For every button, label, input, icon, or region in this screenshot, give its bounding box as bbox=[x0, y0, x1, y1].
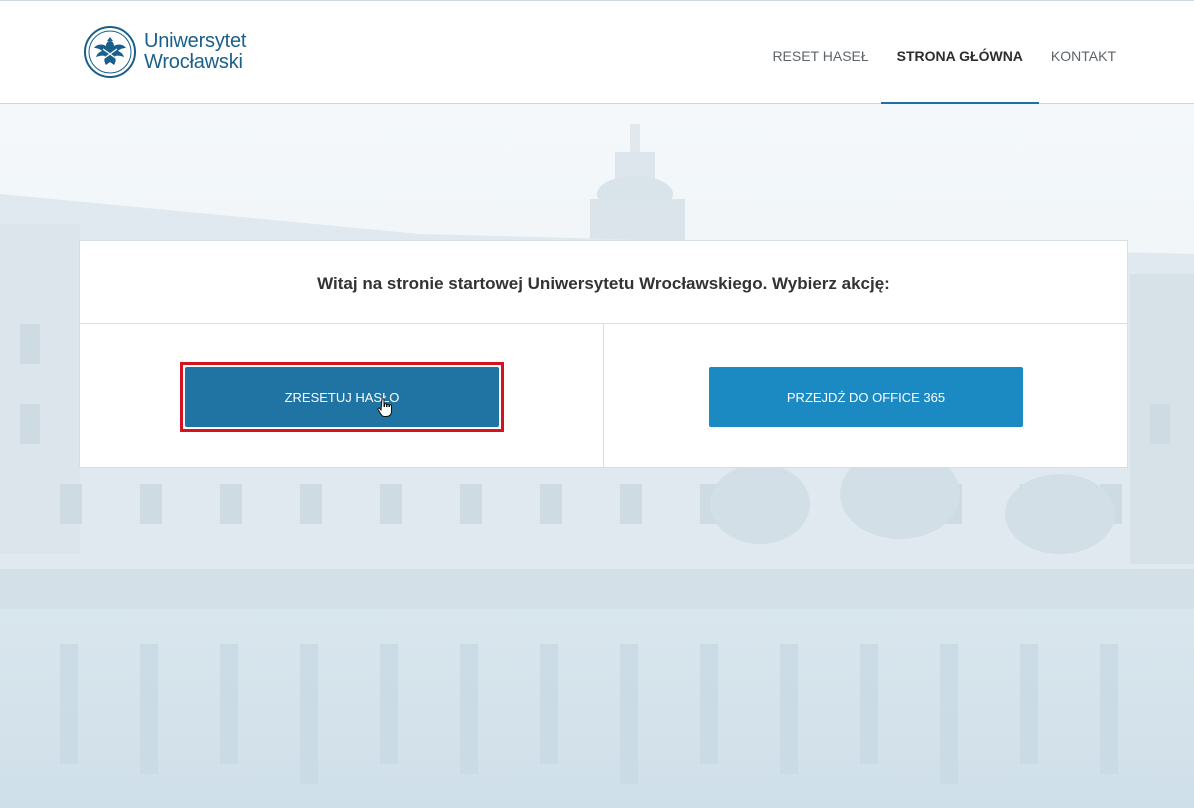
office-365-cell: PRZEJDŹ DO OFFICE 365 bbox=[603, 324, 1127, 468]
hand-pointer-icon bbox=[377, 398, 392, 417]
university-name-line1: Uniwersytet bbox=[144, 30, 247, 52]
nav-item-kontakt[interactable]: KONTAKT bbox=[1051, 1, 1116, 103]
reset-password-button[interactable]: ZRESETUJ HASŁO bbox=[185, 367, 499, 427]
university-eagle-emblem-icon bbox=[84, 26, 136, 78]
university-logo[interactable]: Uniwersytet Wrocławski bbox=[83, 25, 246, 79]
nav-item-reset-hasel[interactable]: RESET HASEŁ bbox=[772, 1, 868, 103]
office-365-button[interactable]: PRZEJDŹ DO OFFICE 365 bbox=[709, 367, 1023, 427]
action-panel: Witaj na stronie startowej Uniwersytetu … bbox=[79, 240, 1128, 468]
nav-item-strona-glowna[interactable]: STRONA GŁÓWNA bbox=[880, 1, 1040, 104]
reset-password-cell: ZRESETUJ HASŁO bbox=[80, 324, 603, 468]
university-name-line2: Wrocławski bbox=[144, 51, 243, 73]
action-buttons-row: ZRESETUJ HASŁO PRZEJDŹ DO OFFICE 365 bbox=[80, 324, 1127, 468]
welcome-heading: Witaj na stronie startowej Uniwersytetu … bbox=[80, 241, 1127, 324]
site-header: Uniwersytet Wrocławski RESET HASEŁ STRON… bbox=[0, 1, 1194, 104]
university-name: Uniwersytet Wrocławski bbox=[144, 31, 246, 73]
main-nav: RESET HASEŁ STRONA GŁÓWNA KONTAKT bbox=[744, 1, 1116, 104]
